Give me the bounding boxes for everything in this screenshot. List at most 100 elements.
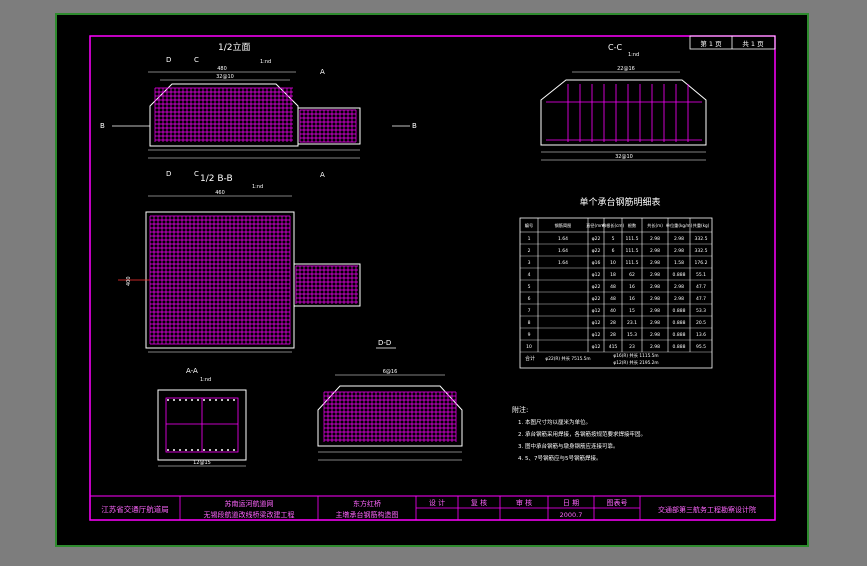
aa-bar-dot	[191, 449, 193, 451]
table-cell: 28	[610, 332, 616, 338]
table-cell: 2.98	[650, 296, 660, 302]
aa-bar-dot	[197, 449, 199, 451]
table-cell: φ12	[592, 344, 601, 350]
aa-bar-dot	[209, 449, 211, 451]
table-cell: 4	[528, 272, 531, 278]
table-cell: φ22	[592, 236, 601, 242]
table-header-cell: 编号	[525, 222, 533, 229]
aa-bar-dot	[197, 399, 199, 401]
aa-title: A-A	[186, 367, 198, 375]
tb-date: 2000.7	[560, 511, 583, 519]
section-mark-b-left: B	[100, 122, 105, 130]
table-cell: 62	[629, 272, 635, 278]
table-cell: 1.64	[558, 260, 568, 266]
aa-bar-dot	[215, 399, 217, 401]
table-cell: 1.58	[674, 260, 684, 266]
table-cell: 2.98	[674, 236, 684, 242]
section-mark-d-side: D-D	[378, 339, 391, 347]
table-cell: φ12	[592, 320, 601, 326]
table-cell: 18	[610, 272, 616, 278]
table-cell: 23	[629, 344, 635, 350]
aa-bar-dot	[191, 399, 193, 401]
aa-bar-dot	[233, 449, 235, 451]
table-cell: 2.98	[650, 260, 660, 266]
table-cell: 15.3	[627, 332, 637, 338]
table-cell: 2.98	[650, 308, 660, 314]
aa-bar-dot	[179, 449, 181, 451]
table-cell: 16	[629, 296, 635, 302]
table-cell: 2.98	[650, 236, 660, 242]
table-cell: φ22	[592, 284, 601, 290]
table-cell: 48	[610, 284, 616, 290]
table-cell: 53.3	[696, 308, 706, 314]
table-cell: φ12	[592, 308, 601, 314]
table-header-cell: 共重(kg)	[693, 222, 710, 229]
tb-project-1: 苏南运河航道网	[225, 499, 274, 508]
cc-title: C-C	[608, 43, 622, 52]
aa-bar-dot	[167, 399, 169, 401]
table-cell: 23.1	[627, 320, 637, 326]
table-cell: 111.5	[626, 260, 639, 266]
table-cell: 2.98	[674, 284, 684, 290]
tb-drawing-no-label: 图表号	[607, 498, 628, 507]
aa-bar-dot	[221, 399, 223, 401]
table-cell: 6	[612, 248, 615, 254]
table-cell: 0.888	[673, 320, 686, 326]
table-cell: 2.98	[650, 284, 660, 290]
aa-bar-dot	[203, 399, 205, 401]
cc-dim-top: 22@16	[617, 66, 635, 72]
table-cell: 20.5	[696, 320, 706, 326]
table-cell: 5	[612, 236, 615, 242]
aa-bar-dot	[215, 449, 217, 451]
table-cell: 2	[528, 248, 531, 254]
cad-viewport: 第 1 页 共 1 页 1/2立面 1:nd D C A B B D C A 4…	[0, 0, 867, 562]
table-cell: 40	[610, 308, 616, 314]
table-summary-cell: φ12(R) 共长 2195.2m	[613, 359, 658, 366]
tb-design: 设 计	[429, 498, 445, 507]
aa-bar-dot	[233, 399, 235, 401]
table-header-cell: 共长(m)	[647, 222, 663, 229]
aa-bar-dot	[173, 399, 175, 401]
table-cell: 1.64	[558, 248, 568, 254]
bb-dim-height: 400	[126, 276, 132, 286]
table-cell: 13.6	[696, 332, 706, 338]
table-cell: 2.98	[674, 296, 684, 302]
tb-project-2: 无锡段航道改线桥梁改建工程	[204, 510, 295, 519]
table-header-cell: 根数	[628, 222, 637, 229]
table-cell: 111.5	[626, 236, 639, 242]
note-3: 3. 图中承台钢筋与墩身钢筋应连接可靠。	[518, 442, 619, 450]
section-mark-d-top: D	[166, 56, 171, 64]
section-mark-a-top: A	[320, 68, 325, 76]
table-cell: 8	[528, 320, 531, 326]
table-cell: φ16	[592, 260, 601, 266]
table-header-cell: 钢筋简图	[555, 222, 572, 229]
section-mark-c-top: C	[194, 56, 199, 64]
table-cell: 0.888	[673, 344, 686, 350]
note-4: 4. 5、7号钢筋应与5号钢筋焊接。	[518, 454, 602, 462]
table-cell: 9	[528, 332, 531, 338]
table-cell: φ22	[592, 296, 601, 302]
table-cell: 10	[610, 260, 616, 266]
drawing-canvas: 第 1 页 共 1 页 1/2立面 1:nd D C A B B D C A 4…	[0, 0, 867, 562]
table-cell: 55.1	[696, 272, 706, 278]
aa-bar-dot	[227, 399, 229, 401]
table-cell: 47.7	[696, 284, 706, 290]
table-cell: 111.5	[626, 248, 639, 254]
table-cell: 28	[610, 320, 616, 326]
table-summary-cell: φ16(R) 共长 1115.5m	[613, 352, 658, 359]
cc-dim-bottom: 32@10	[615, 154, 633, 160]
bb-title: 1/2 B-B	[200, 174, 233, 184]
tb-institute: 交通部第三航务工程勘察设计院	[658, 505, 756, 514]
table-summary-label: 合计	[525, 355, 535, 362]
table-cell: 95.5	[696, 344, 706, 350]
table-cell: 176.2	[695, 260, 708, 266]
table-cell: 2.98	[650, 320, 660, 326]
aa-scale: 1:nd	[200, 377, 211, 383]
table-cell: 415	[609, 344, 618, 350]
table-cell: 7	[528, 308, 531, 314]
table-header-cell: 单根长(cm)	[602, 222, 625, 229]
table-cell: 2.98	[650, 344, 660, 350]
section-mark-d-bot: D	[166, 170, 171, 178]
table-cell: 10	[526, 344, 532, 350]
table-cell: 15	[629, 308, 635, 314]
